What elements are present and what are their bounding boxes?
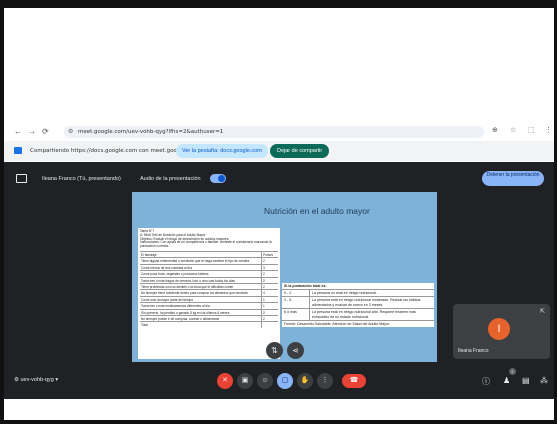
score-rows: 0 - 2 La persona no está en riesgo nutric… [282, 289, 434, 321]
table-cell: Toma tres o más medicamentos diferentes … [140, 303, 262, 309]
sharing-text: Compartiendo https://docs.google.com con… [30, 148, 199, 154]
table-cell: 2 [263, 284, 265, 289]
browser-menu-icon[interactable]: ⋮ [545, 126, 552, 134]
table-cell: La persona está en riesgo nutricional mo… [312, 298, 421, 307]
screen-share-icon [14, 147, 22, 154]
table-cell: Sin quererlo, ha perdido o ganado 5 kg e… [140, 309, 262, 315]
presentation-bar: Ileana Franco (Tú, presentando) Audio de… [10, 170, 548, 190]
bookmark-star-icon[interactable]: ☆ [510, 126, 516, 134]
camera-icon[interactable]: ▣ [237, 373, 253, 389]
table-cell: 1 [263, 297, 265, 302]
table-cell: 3 - 5 [282, 297, 310, 309]
table-row: 6 o más La persona está en riesgo nutrici… [282, 308, 434, 321]
shared-slide: Nutrición en el adulto mayor Tarea N°7 A… [132, 192, 437, 362]
table-row: 0 - 2 La persona no está en riesgo nutric… [282, 289, 434, 297]
table-cell: Tiene alguna enfermedad o condición que … [140, 258, 262, 264]
back-arrow-icon[interactable]: ← [14, 127, 22, 136]
doc-head-cell: El tamizaje [140, 251, 262, 258]
table-cell: 3 [263, 265, 265, 270]
table-cell: 2 [263, 316, 265, 321]
captions-icon[interactable]: ☺ [257, 373, 273, 389]
table-cell: La persona está en riesgo nutricional al… [312, 310, 416, 319]
table-cell: La persona no está en riesgo nutricional… [312, 291, 377, 295]
table-row: Sin quererlo, ha perdido o ganado 5 kg e… [140, 308, 278, 315]
table-cell: 1 [263, 304, 265, 309]
tab-view-icon[interactable]: ⬚ [528, 126, 535, 134]
site-info-icon[interactable]: ⚙ [68, 126, 73, 138]
table-row: No siempre puede ir de compras, cocinar … [140, 314, 278, 322]
meet-stage: Ileana Franco (Tú, presentando) Audio de… [4, 162, 554, 399]
table-cell: 0 - 2 [282, 290, 310, 297]
share-link-icon[interactable]: ⋖ [287, 342, 304, 359]
extension-icon[interactable]: ⊕ [492, 126, 498, 134]
table-cell: 2 [263, 259, 265, 264]
meeting-code[interactable]: ⚙ uev-vohb-qyg ▾ [14, 377, 58, 383]
doc-rows: Tiene alguna enfermedad o condición que … [140, 257, 278, 328]
info-icon[interactable]: ⓘ [482, 376, 490, 387]
presentation-audio-toggle[interactable] [210, 174, 226, 183]
table-cell: No siempre puede ir de compras, cocinar … [140, 315, 262, 322]
participant-tile[interactable]: ⇱ I Ileana Franco [453, 304, 550, 359]
table-cell: 2 [263, 272, 265, 277]
table-row: Come menos de dos comidas al día 3 [140, 263, 278, 271]
view-tab-button[interactable]: Ver la pestaña: docs.google.com [176, 144, 268, 158]
table-row: Come poca fruta, vegetales o productos l… [140, 270, 278, 277]
document-screenshot: Tarea N°7 A. MNA Test de Nutrición para … [138, 228, 280, 359]
table-row: Toma tres o más tragos de cerveza, licor… [140, 276, 278, 283]
table-row: Total [140, 321, 278, 328]
table-cell: 6 o más [282, 309, 310, 321]
score-source: Fuente: Desarrollo Saludable: Atención d… [282, 320, 434, 327]
more-options-icon[interactable]: ⋮ [317, 373, 333, 389]
people-icon[interactable]: ♟ [503, 376, 510, 385]
present-screen-icon[interactable]: ▢ [277, 373, 293, 389]
table-row: Tiene alguna enfermedad o condición que … [140, 257, 278, 264]
doc-head-cell: Puntos [263, 252, 273, 257]
stop-sharing-button[interactable]: Dejar de compartir [270, 144, 330, 158]
doc-header: Tarea N°7 A. MNA Test de Nutrición para … [140, 229, 272, 249]
pointer-tool-icon[interactable]: ⇅ [266, 342, 283, 359]
presenter-name: Ileana Franco (Tú, presentando) [42, 176, 121, 182]
avatar: I [488, 318, 510, 340]
table-cell: 2 [263, 278, 265, 283]
table-row: No siempre tiene suficiente dinero para … [140, 289, 278, 296]
table-cell: Tiene problemas con los dientes o la boc… [140, 283, 262, 290]
table-cell: Total [140, 322, 262, 328]
doc-table-head: El tamizaje Puntos [140, 250, 278, 258]
presenting-icon [16, 174, 27, 183]
table-row: 3 - 5 La persona está en riesgo nutricion… [282, 296, 434, 309]
table-row: Come solo la mayor parte del tiempo 1 [140, 295, 278, 303]
raise-hand-icon[interactable]: ✋ [297, 373, 313, 389]
url-text: meet.google.com/uev-vohb-qyg?lfhs=2&auth… [78, 129, 224, 135]
score-table: Si la puntuación total es: 0 - 2 La perso… [282, 283, 434, 328]
stop-presenting-button[interactable]: Detener la presentación [482, 171, 544, 186]
table-cell: Come poca fruta, vegetales o productos l… [140, 271, 262, 277]
sharing-infobar: Compartiendo https://docs.google.com con… [4, 141, 554, 161]
pin-icon[interactable]: ⇱ [540, 308, 545, 315]
presentation-audio-label: Audio de la presentación [140, 176, 201, 182]
meet-control-bar: ⚙ uev-vohb-qyg ▾ ✕ ▣ ☺ ▢ ✋ ⋮ ☎ ⓘ ♟ 2 ▤ ⁂ [4, 368, 554, 396]
table-cell: Toma tres o más tragos de cerveza, licor… [140, 277, 262, 283]
activities-icon[interactable]: ⁂ [540, 376, 548, 385]
hang-up-button[interactable]: ☎ [342, 374, 366, 388]
microphone-off-icon[interactable]: ✕ [217, 373, 233, 389]
browser-toolbar: ← → ⟳ ⚙ meet.google.com/uev-vohb-qyg?lfh… [4, 124, 554, 140]
table-row: Toma tres o más medicamentos diferentes … [140, 302, 278, 309]
table-cell: Come solo la mayor parte del tiempo [140, 296, 262, 303]
table-cell: 4 [263, 291, 265, 296]
participants-count-badge: 2 [509, 368, 516, 375]
slide-title: Nutrición en el adulto mayor [264, 206, 370, 216]
participant-name: Ileana Franco [458, 348, 489, 354]
chat-icon[interactable]: ▤ [522, 376, 530, 385]
reload-icon[interactable]: ⟳ [42, 127, 49, 136]
table-row: Tiene problemas con los dientes o la boc… [140, 282, 278, 290]
table-cell: 2 [263, 310, 265, 315]
forward-arrow-icon[interactable]: → [28, 127, 36, 136]
table-cell: Come menos de dos comidas al día [140, 264, 262, 271]
meeting-code-text: uev-vohb-qyg [20, 377, 54, 383]
top-border [0, 0, 557, 8]
table-cell: No siempre tiene suficiente dinero para … [140, 290, 262, 296]
address-bar[interactable]: ⚙ meet.google.com/uev-vohb-qyg?lfhs=2&au… [64, 126, 484, 138]
table-cell [262, 322, 278, 327]
